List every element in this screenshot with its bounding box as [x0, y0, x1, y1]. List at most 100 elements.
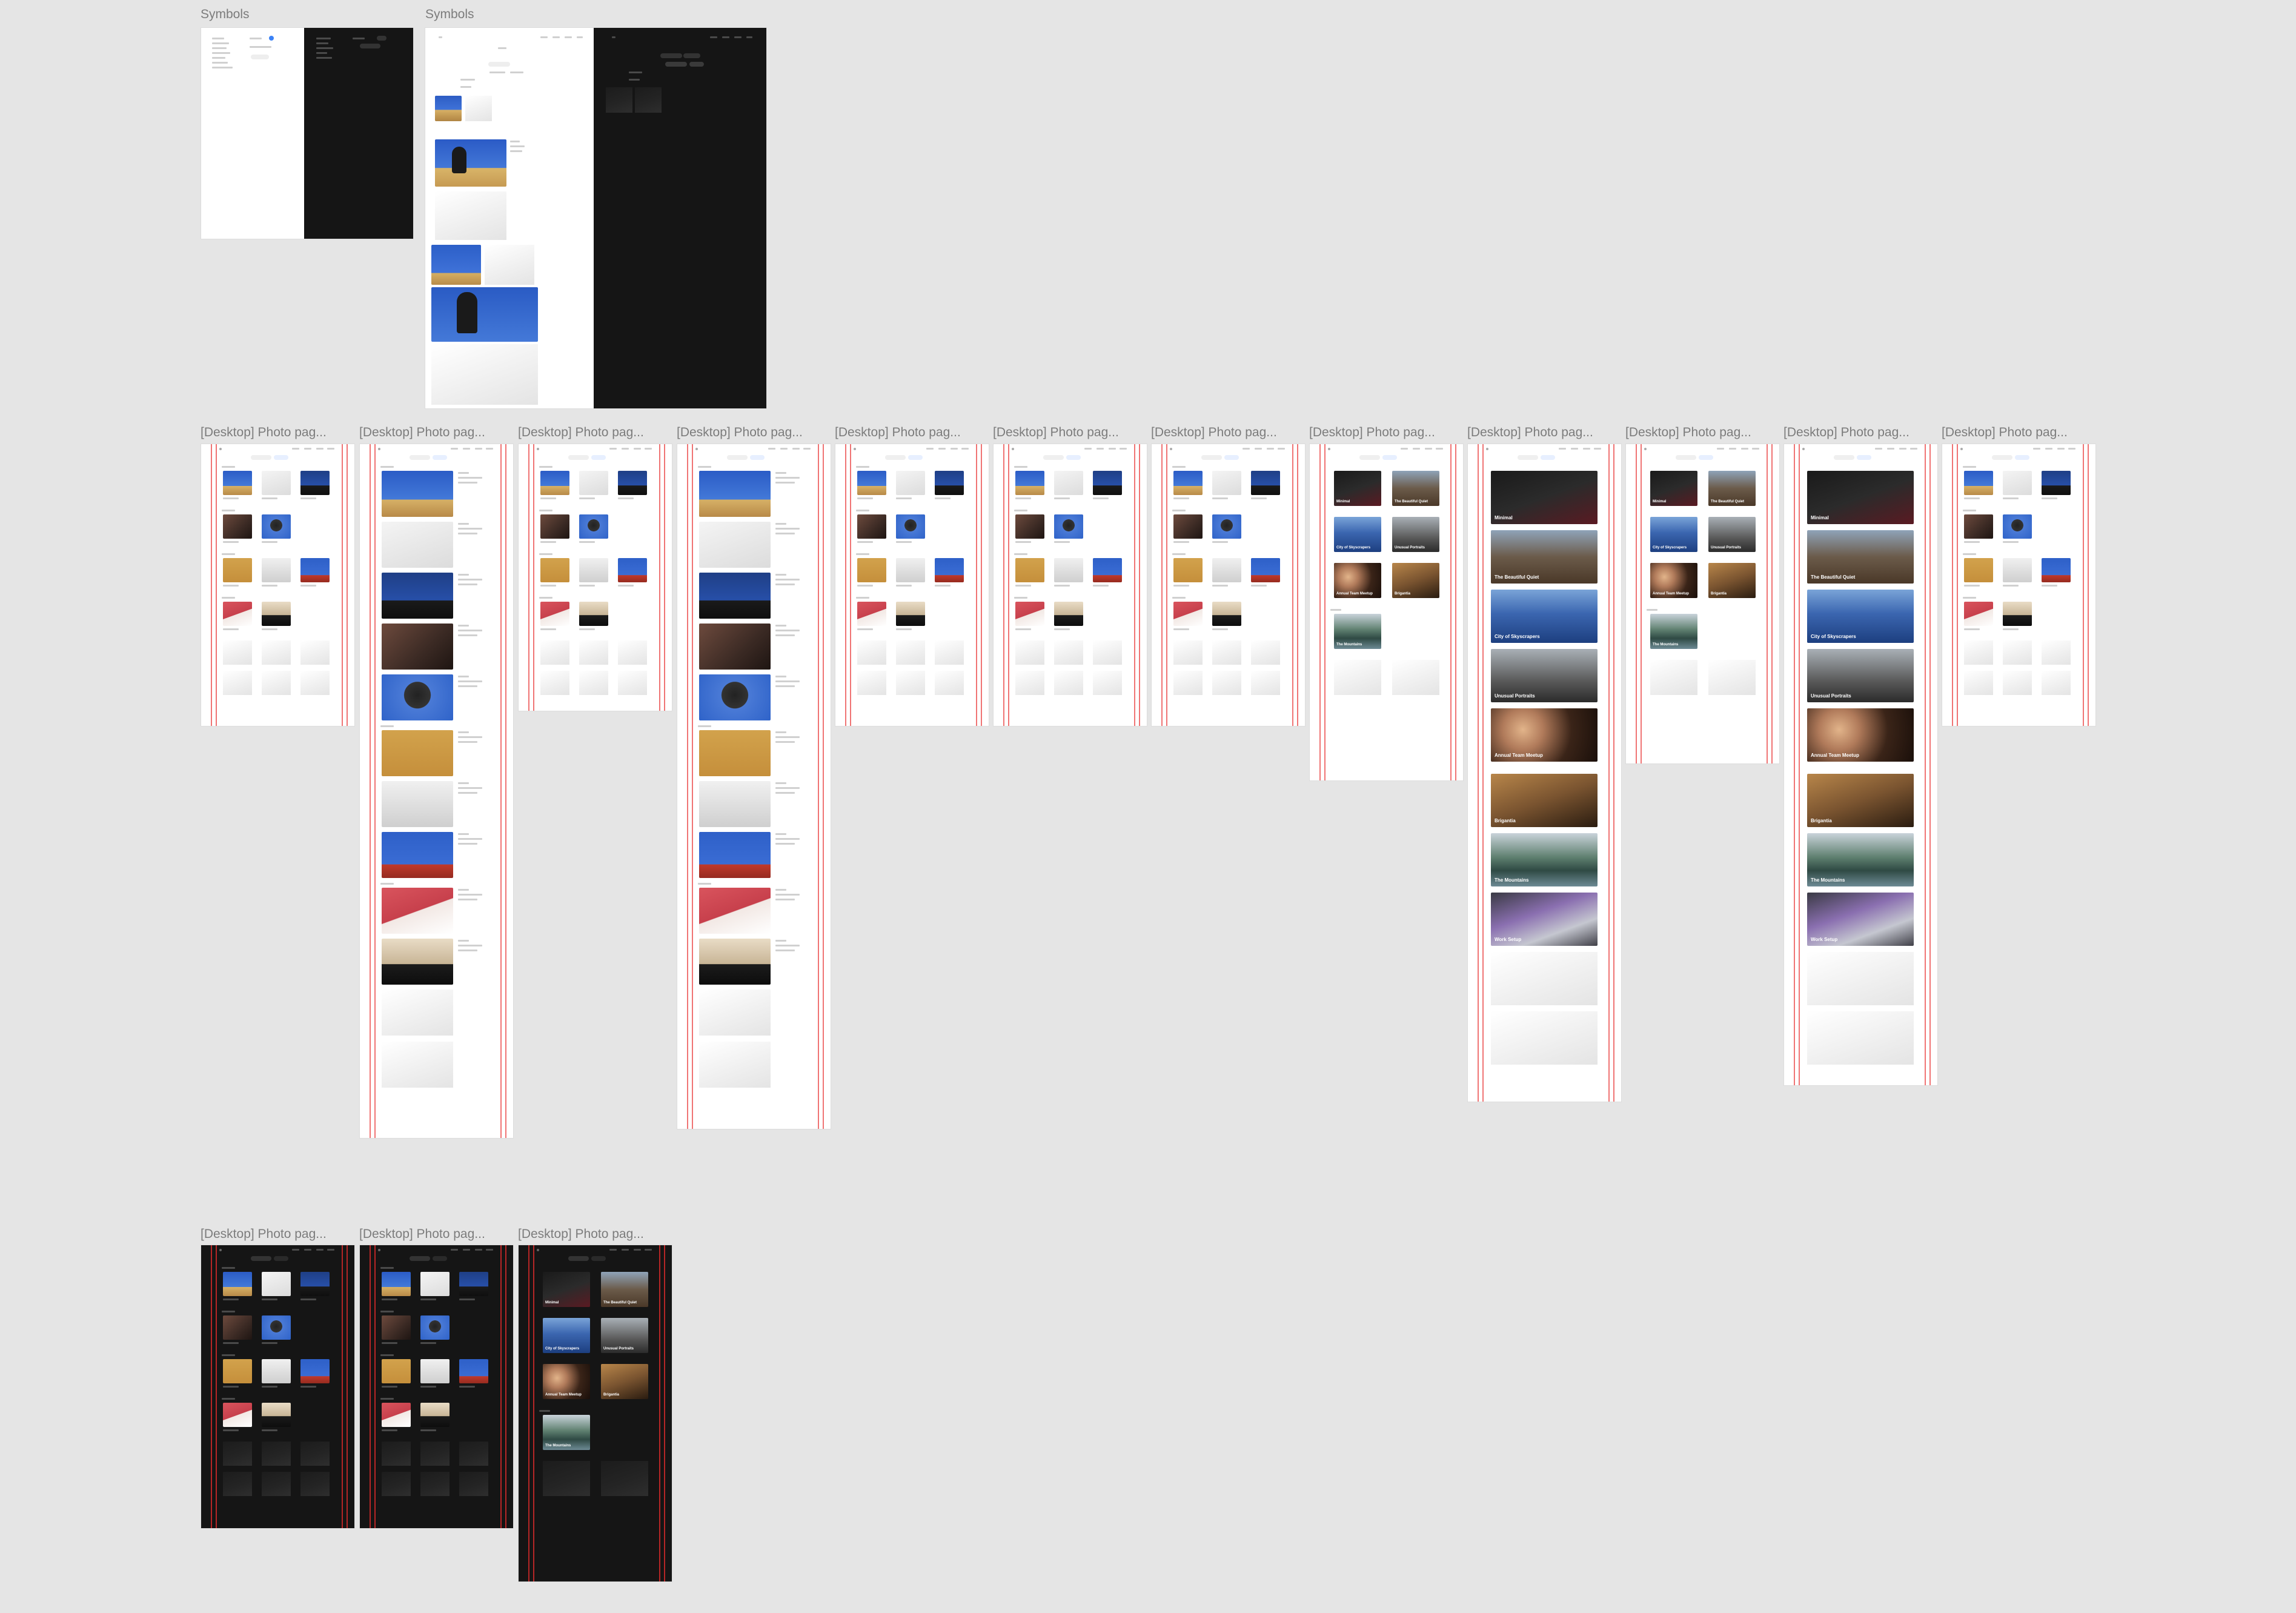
- nav-link[interactable]: [768, 448, 775, 450]
- photo-thumbnail[interactable]: [223, 1359, 252, 1383]
- logo-icon[interactable]: [537, 448, 539, 450]
- frame-label-13[interactable]: [Desktop] Photo pag...: [201, 1228, 327, 1240]
- nav-link[interactable]: [1594, 448, 1601, 450]
- photo-thumbnail[interactable]: [420, 1272, 450, 1296]
- album-banner[interactable]: Minimal: [1807, 471, 1914, 524]
- frame-label-11[interactable]: [Desktop] Photo pag...: [1783, 426, 1909, 439]
- photo-thumbnail[interactable]: [382, 1403, 411, 1427]
- tab-photos[interactable]: [885, 455, 906, 460]
- photo-thumbnail[interactable]: [459, 1359, 488, 1383]
- tab-photos[interactable]: [410, 455, 430, 460]
- logo-icon[interactable]: [854, 448, 856, 450]
- logo-icon[interactable]: [1170, 448, 1172, 450]
- tab-photos[interactable]: [1676, 455, 1696, 460]
- album-card[interactable]: Brigantia: [1392, 563, 1439, 598]
- photo-thumbnail[interactable]: [262, 1315, 291, 1340]
- photo-large[interactable]: [699, 471, 771, 517]
- photo-page-frame-3[interactable]: [519, 444, 672, 711]
- nav-link[interactable]: [609, 448, 617, 450]
- photo-thumbnail[interactable]: [382, 1272, 411, 1296]
- photo-thumbnail[interactable]: [1054, 602, 1083, 626]
- tab-albums[interactable]: [1224, 455, 1239, 460]
- photo-large[interactable]: [382, 522, 453, 568]
- nav-link[interactable]: [451, 448, 458, 450]
- album-card[interactable]: Brigantia: [601, 1364, 648, 1399]
- album-card[interactable]: Annual Team Meetup: [1650, 563, 1697, 598]
- photo-thumbnail[interactable]: [223, 602, 252, 626]
- nav-link[interactable]: [951, 448, 958, 450]
- album-card[interactable]: Annual Team Meetup: [1334, 563, 1381, 598]
- photo-thumbnail[interactable]: [2042, 558, 2071, 582]
- nav-link[interactable]: [1097, 448, 1104, 450]
- photo-thumbnail[interactable]: [262, 602, 291, 626]
- photo-thumbnail[interactable]: [618, 471, 647, 495]
- nav-link[interactable]: [463, 448, 470, 450]
- frame-label-12[interactable]: [Desktop] Photo pag...: [1942, 426, 2068, 439]
- logo-icon[interactable]: [1960, 448, 1963, 450]
- photo-thumbnail[interactable]: [1251, 558, 1280, 582]
- album-banner[interactable]: Unusual Portraits: [1491, 649, 1598, 702]
- nav-link[interactable]: [2057, 448, 2065, 450]
- album-card[interactable]: Unusual Portraits: [601, 1318, 648, 1353]
- logo-icon[interactable]: [1644, 448, 1647, 450]
- tab-photos[interactable]: [1834, 455, 1854, 460]
- tab-photos[interactable]: [1992, 455, 2012, 460]
- album-card[interactable]: The Beautiful Quiet: [1392, 471, 1439, 506]
- photo-thumbnail[interactable]: [579, 514, 608, 539]
- photo-large[interactable]: [382, 471, 453, 517]
- nav-link[interactable]: [486, 448, 493, 450]
- photo-thumbnail[interactable]: [579, 471, 608, 495]
- album-banner[interactable]: The Mountains: [1491, 833, 1598, 886]
- photo-thumbnail[interactable]: [1015, 558, 1044, 582]
- nav-link[interactable]: [780, 448, 788, 450]
- frame-label-9[interactable]: [Desktop] Photo pag...: [1467, 426, 1593, 439]
- symbols-frame-label-2[interactable]: Symbols: [425, 8, 474, 21]
- nav-link[interactable]: [1109, 448, 1116, 450]
- nav-link[interactable]: [1717, 448, 1724, 450]
- tab-albums[interactable]: [433, 1256, 447, 1261]
- photo-thumbnail[interactable]: [1251, 471, 1280, 495]
- symbols-frame-label[interactable]: Symbols: [201, 8, 250, 21]
- photo-large[interactable]: [699, 624, 771, 670]
- photo-thumbnail[interactable]: [579, 558, 608, 582]
- photo-large[interactable]: [382, 888, 453, 934]
- nav-link[interactable]: [1741, 448, 1748, 450]
- photo-page-frame-6[interactable]: [994, 444, 1147, 726]
- album-banner[interactable]: Brigantia: [1807, 774, 1914, 827]
- frame-label-1[interactable]: [Desktop] Photo pag...: [201, 426, 327, 439]
- photo-thumbnail[interactable]: [1964, 471, 1993, 495]
- nav-link[interactable]: [1583, 448, 1590, 450]
- photo-thumbnail[interactable]: [1093, 558, 1122, 582]
- nav-link[interactable]: [1559, 448, 1566, 450]
- photo-thumbnail[interactable]: [300, 1272, 330, 1296]
- nav-link[interactable]: [2068, 448, 2075, 450]
- photo-thumbnail[interactable]: [540, 514, 569, 539]
- photo-page-frame-1[interactable]: [201, 444, 354, 726]
- nav-link[interactable]: [961, 448, 969, 450]
- nav-link[interactable]: [1413, 448, 1420, 450]
- photo-thumbnail[interactable]: [1054, 558, 1083, 582]
- album-card[interactable]: Annual Team Meetup: [543, 1364, 590, 1399]
- photo-large[interactable]: [699, 781, 771, 827]
- album-banner[interactable]: Brigantia: [1491, 774, 1598, 827]
- photo-thumbnail[interactable]: [857, 471, 886, 495]
- tab-albums[interactable]: [433, 455, 447, 460]
- album-banner[interactable]: City of Skyscrapers: [1807, 590, 1914, 643]
- nav-link[interactable]: [1278, 448, 1285, 450]
- photo-thumbnail[interactable]: [223, 1272, 252, 1296]
- tab-photos[interactable]: [568, 455, 589, 460]
- nav-link[interactable]: [327, 1249, 334, 1251]
- album-card[interactable]: Brigantia: [1708, 563, 1756, 598]
- tab-albums[interactable]: [750, 455, 765, 460]
- album-card[interactable]: City of Skyscrapers: [543, 1318, 590, 1353]
- photo-thumbnail[interactable]: [1173, 602, 1203, 626]
- nav-link[interactable]: [1910, 448, 1917, 450]
- photo-thumbnail[interactable]: [1964, 602, 1993, 626]
- photo-thumbnail[interactable]: [2003, 471, 2032, 495]
- photo-thumbnail[interactable]: [618, 558, 647, 582]
- photo-large[interactable]: [699, 573, 771, 619]
- photo-thumbnail[interactable]: [896, 558, 925, 582]
- tab-photos[interactable]: [727, 455, 748, 460]
- album-banner[interactable]: Work Setup: [1807, 893, 1914, 946]
- photo-thumbnail[interactable]: [382, 1359, 411, 1383]
